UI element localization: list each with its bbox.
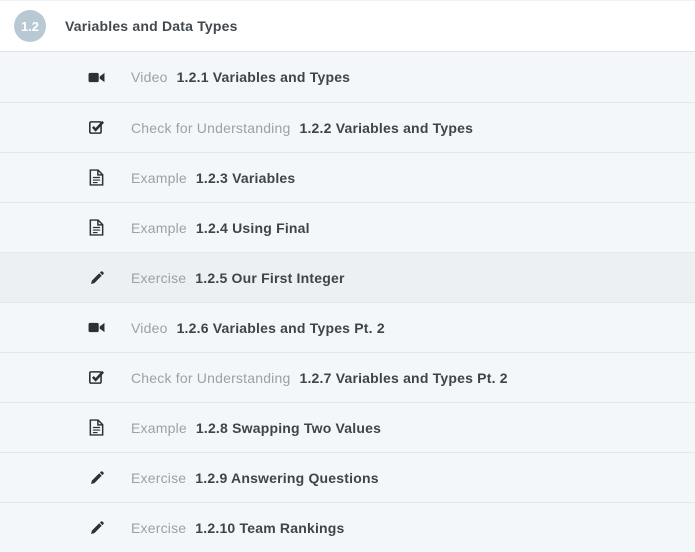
lesson-title: 1.2.1 Variables and Types: [177, 69, 351, 85]
lesson-row[interactable]: Exercise 1.2.9 Answering Questions: [0, 452, 695, 502]
lesson-title: 1.2.4 Using Final: [196, 220, 310, 236]
lesson-type-label: Check for Understanding: [131, 120, 290, 136]
lesson-row[interactable]: Exercise 1.2.10 Team Rankings: [0, 502, 695, 552]
document-icon: [88, 419, 105, 436]
lesson-type-label: Example: [131, 420, 187, 436]
document-icon: [88, 219, 105, 236]
lesson-list: Video 1.2.1 Variables and Types Check fo…: [0, 52, 695, 552]
lesson-type-label: Example: [131, 170, 187, 186]
lesson-title: 1.2.2 Variables and Types: [299, 120, 473, 136]
lesson-row[interactable]: Example 1.2.3 Variables: [0, 152, 695, 202]
curriculum-panel: 1.2 Variables and Data Types Video 1.2.1…: [0, 0, 695, 552]
lesson-type-label: Example: [131, 220, 187, 236]
lesson-title: 1.2.8 Swapping Two Values: [196, 420, 381, 436]
lesson-type-label: Exercise: [131, 270, 186, 286]
lesson-row[interactable]: Example 1.2.4 Using Final: [0, 202, 695, 252]
document-icon: [88, 169, 105, 186]
check-icon: [88, 119, 105, 136]
check-icon: [88, 369, 105, 386]
section-number-badge: 1.2: [14, 10, 46, 42]
lesson-title: 1.2.9 Answering Questions: [195, 470, 378, 486]
lesson-title: 1.2.10 Team Rankings: [195, 520, 344, 536]
lesson-title: 1.2.5 Our First Integer: [195, 270, 344, 286]
section-header: 1.2 Variables and Data Types: [0, 1, 695, 52]
lesson-title: 1.2.6 Variables and Types Pt. 2: [177, 320, 385, 336]
lesson-type-label: Check for Understanding: [131, 370, 290, 386]
lesson-row[interactable]: Check for Understanding 1.2.2 Variables …: [0, 102, 695, 152]
pencil-icon: [88, 269, 105, 286]
lesson-title: 1.2.3 Variables: [196, 170, 296, 186]
lesson-row[interactable]: Example 1.2.8 Swapping Two Values: [0, 402, 695, 452]
section-title: Variables and Data Types: [65, 18, 238, 34]
lesson-type-label: Video: [131, 320, 168, 336]
lesson-title: 1.2.7 Variables and Types Pt. 2: [299, 370, 507, 386]
lesson-row[interactable]: Video 1.2.1 Variables and Types: [0, 52, 695, 102]
lesson-type-label: Video: [131, 69, 168, 85]
lesson-row[interactable]: Check for Understanding 1.2.7 Variables …: [0, 352, 695, 402]
lesson-row[interactable]: Video 1.2.6 Variables and Types Pt. 2: [0, 302, 695, 352]
pencil-icon: [88, 469, 105, 486]
lesson-type-label: Exercise: [131, 470, 186, 486]
lesson-row[interactable]: Exercise 1.2.5 Our First Integer: [0, 252, 695, 302]
video-icon: [88, 319, 105, 336]
video-icon: [88, 69, 105, 86]
lesson-type-label: Exercise: [131, 520, 186, 536]
pencil-icon: [88, 519, 105, 536]
